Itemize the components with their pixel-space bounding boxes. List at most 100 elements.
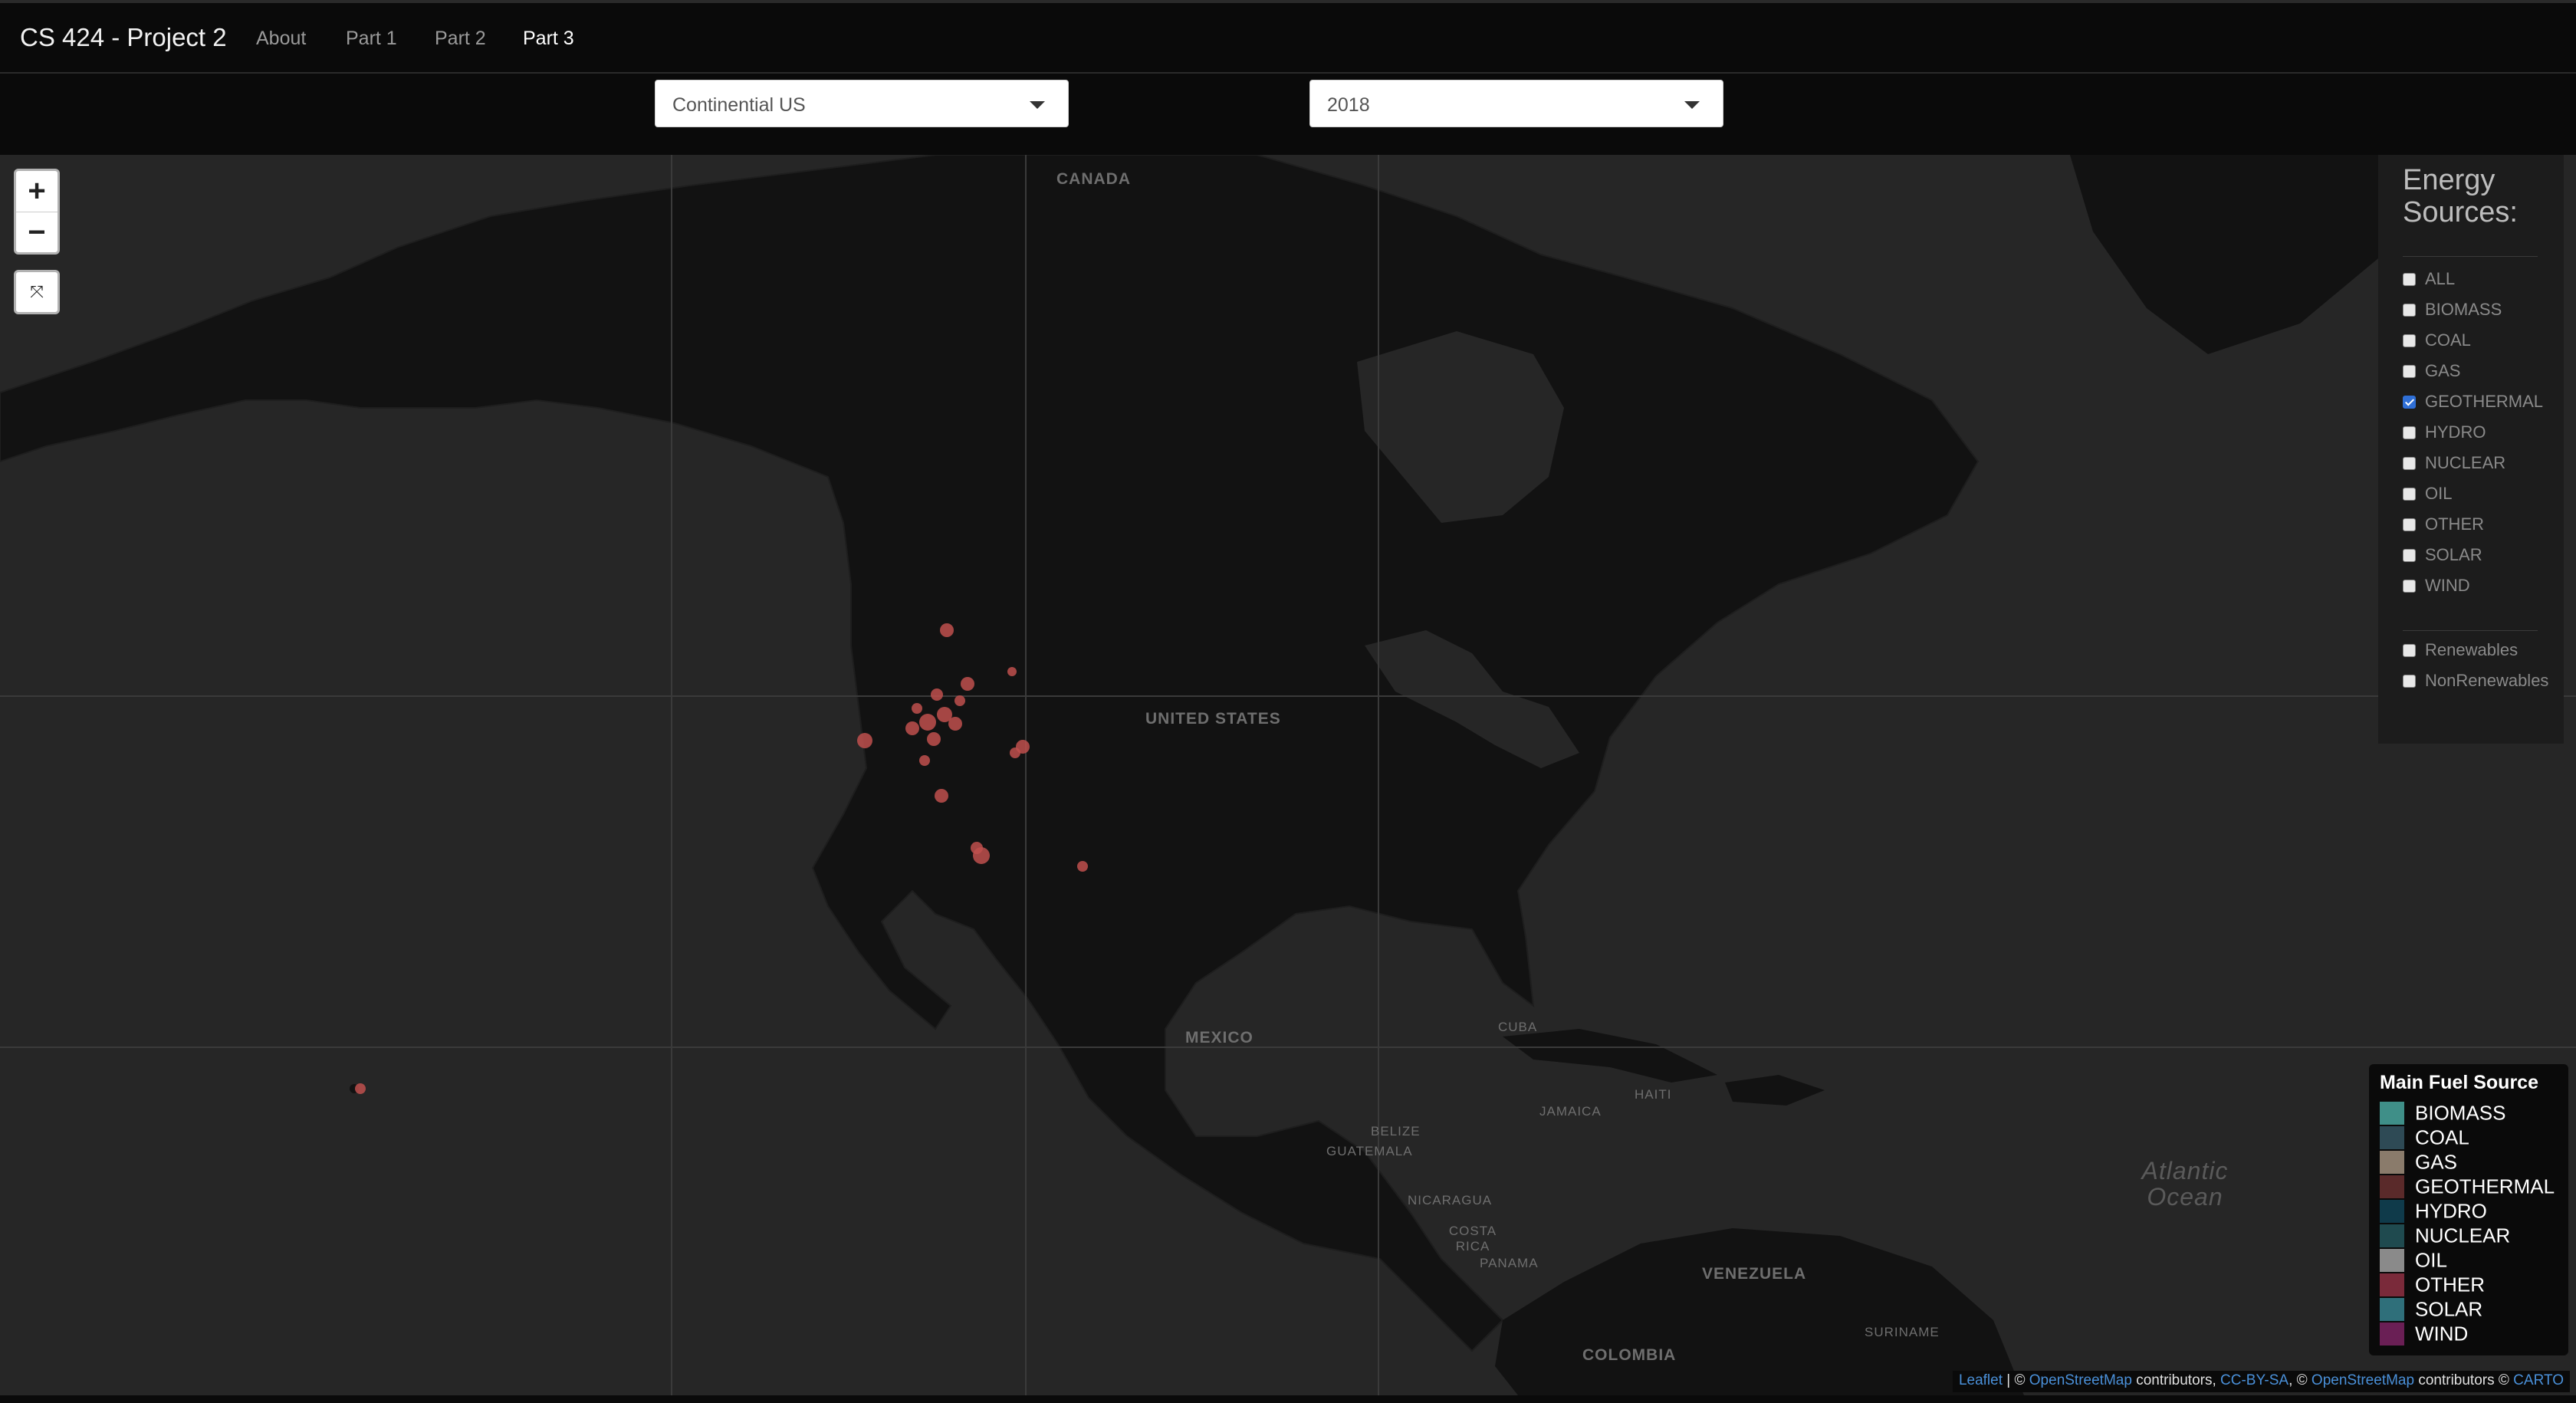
label-panama: PANAMA — [1480, 1256, 1539, 1270]
label-venezuela: VENEZUELA — [1702, 1265, 1807, 1283]
legend-swatch — [2380, 1200, 2404, 1224]
plant-marker — [912, 703, 922, 714]
checkbox-nuclear[interactable]: NUCLEAR — [2403, 452, 2505, 475]
checkbox-nonrenewables[interactable]: NonRenewables — [2403, 670, 2548, 693]
checkbox-box[interactable] — [2403, 426, 2416, 439]
checkbox-label: ALL — [2425, 269, 2456, 289]
label-nicaragua: NICARAGUA — [1408, 1193, 1493, 1208]
checkbox-box[interactable] — [2403, 487, 2416, 501]
checkbox-all[interactable]: ALL — [2403, 268, 2455, 291]
label-cuba: CUBA — [1498, 1020, 1538, 1034]
checkbox-box[interactable] — [2403, 548, 2416, 562]
legend-swatch — [2380, 1175, 2404, 1199]
nav-about[interactable]: About — [256, 28, 306, 50]
legend-swatch — [2380, 1126, 2404, 1150]
plant-marker — [931, 688, 943, 701]
energy-sources-title: Energy Sources: — [2403, 164, 2518, 228]
bottom-strip — [0, 1395, 2576, 1403]
checkbox-label: OTHER — [2425, 514, 2484, 534]
checkbox-oil[interactable]: OIL — [2403, 483, 2452, 506]
plant-marker — [355, 1083, 366, 1094]
region-select-value: Continential US — [672, 94, 806, 116]
fuel-source-legend: Main Fuel Source BIOMASS COAL GAS GEOTHE… — [2369, 1064, 2568, 1355]
divider — [2403, 256, 2538, 257]
cc-by-sa-link[interactable]: CC-BY-SA — [2220, 1372, 2288, 1388]
checkbox-box[interactable] — [2403, 643, 2416, 657]
legend-label: GAS — [2415, 1150, 2457, 1174]
plant-marker — [940, 623, 954, 637]
plant-marker — [1010, 748, 1020, 758]
checkbox-label: HYDRO — [2425, 422, 2486, 442]
fit-bounds-button[interactable]: ⤧ — [14, 270, 60, 314]
energy-sources-panel: Energy Sources: ALL BIOMASS COAL GAS GEO… — [2378, 155, 2564, 744]
zoom-in-button[interactable]: + — [16, 171, 58, 212]
checkbox-label: COAL — [2425, 330, 2471, 350]
map-canvas[interactable]: CANADA UNITED STATES MEXICO CUBA HAITI J… — [0, 155, 2576, 1395]
checkbox-box[interactable] — [2403, 272, 2416, 286]
nav-part-1[interactable]: Part 1 — [346, 28, 397, 50]
plant-marker — [961, 677, 974, 691]
checkbox-wind[interactable]: WIND — [2403, 575, 2470, 598]
zoom-control: + − — [14, 169, 60, 255]
brand-title[interactable]: CS 424 - Project 2 — [20, 23, 227, 52]
checkbox-label: GEOTHERMAL — [2425, 392, 2544, 412]
fit-bounds-icon: ⤧ — [30, 282, 44, 301]
legend-item: SOLAR — [2380, 1296, 2558, 1322]
checkbox-box[interactable] — [2403, 579, 2416, 593]
checkbox-label: BIOMASS — [2425, 300, 2502, 320]
legend-swatch — [2380, 1249, 2404, 1273]
zoom-out-button[interactable]: − — [16, 212, 58, 252]
label-guatemala: GUATEMALA — [1326, 1144, 1413, 1158]
checkbox-box[interactable] — [2403, 303, 2416, 317]
checkbox-box[interactable] — [2403, 674, 2416, 688]
land-hispaniola — [1725, 1075, 1825, 1106]
checkbox-hydro[interactable]: HYDRO — [2403, 422, 2486, 445]
nav-part-2[interactable]: Part 2 — [435, 28, 486, 50]
checkbox-box[interactable] — [2403, 395, 2416, 409]
legend-swatch — [2380, 1102, 2404, 1125]
legend-item: NUCLEAR — [2380, 1223, 2558, 1248]
chevron-down-icon — [1684, 101, 1700, 109]
checkbox-box[interactable] — [2403, 456, 2416, 470]
checkbox-coal[interactable]: COAL — [2403, 330, 2471, 353]
legend-title: Main Fuel Source — [2380, 1072, 2538, 1093]
plant-marker — [973, 847, 990, 864]
checkbox-label: OIL — [2425, 484, 2453, 504]
checkbox-solar[interactable]: SOLAR — [2403, 544, 2482, 567]
checkbox-label: SOLAR — [2425, 545, 2482, 565]
legend-label: HYDRO — [2415, 1199, 2487, 1223]
checkbox-box[interactable] — [2403, 518, 2416, 531]
nav-part-3[interactable]: Part 3 — [523, 28, 574, 50]
osm-link[interactable]: OpenStreetMap — [2029, 1372, 2132, 1388]
checkbox-renewables[interactable]: Renewables — [2403, 639, 2518, 662]
label-mexico: MEXICO — [1185, 1029, 1254, 1046]
checkbox-box[interactable] — [2403, 334, 2416, 347]
legend-label: OIL — [2415, 1248, 2447, 1272]
legend-item: GEOTHERMAL — [2380, 1174, 2558, 1199]
checkbox-other[interactable]: OTHER — [2403, 514, 2484, 537]
checkbox-label: NUCLEAR — [2425, 453, 2506, 473]
carto-link[interactable]: CARTO — [2513, 1372, 2564, 1388]
legend-item: WIND — [2380, 1321, 2558, 1346]
checkbox-gas[interactable]: GAS — [2403, 360, 2460, 383]
legend-item: COAL — [2380, 1125, 2558, 1150]
filter-bar: Continential US 2018 — [0, 74, 2576, 155]
plant-marker — [948, 717, 962, 731]
region-select[interactable]: Continential US — [655, 80, 1069, 127]
checkbox-biomass[interactable]: BIOMASS — [2403, 299, 2502, 322]
attribution-text: contributors, — [2131, 1372, 2221, 1388]
attribution-text: contributors © — [2414, 1372, 2514, 1388]
legend-label: COAL — [2415, 1125, 2469, 1149]
land-north-america — [0, 155, 1980, 1352]
checkbox-box[interactable] — [2403, 364, 2416, 378]
chevron-down-icon — [1030, 101, 1045, 109]
checkbox-geothermal[interactable]: GEOTHERMAL — [2403, 391, 2543, 414]
leaflet-link[interactable]: Leaflet — [1959, 1372, 2003, 1388]
plant-marker — [1077, 861, 1088, 872]
attribution-text: | © — [2003, 1372, 2029, 1388]
year-select[interactable]: 2018 — [1309, 80, 1723, 127]
osm-link[interactable]: OpenStreetMap — [2312, 1372, 2414, 1388]
year-select-value: 2018 — [1327, 94, 1370, 116]
plant-marker — [935, 789, 948, 803]
attribution-text: , © — [2288, 1372, 2312, 1388]
